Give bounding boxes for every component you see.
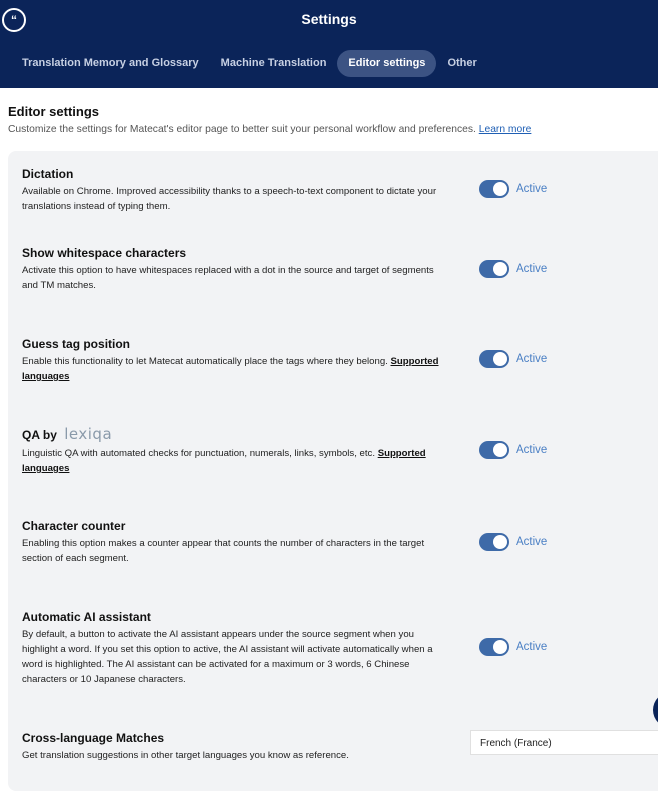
setting-description: Enabling this option makes a counter app… xyxy=(22,538,425,564)
setting-title-text: QA by xyxy=(22,428,57,442)
learn-more-link[interactable]: Learn more xyxy=(479,124,532,135)
setting-description-text: Linguistic QA with automated checks for … xyxy=(22,448,376,459)
ai-assistant-toggle[interactable]: Active xyxy=(479,638,547,656)
lexiqa-logo: lexiqa xyxy=(64,425,113,443)
toggle-status-label: Active xyxy=(516,263,548,275)
toggle-status-label: Active xyxy=(516,353,548,365)
tab-machine-translation[interactable]: Machine Translation xyxy=(210,50,338,77)
toggle-knob xyxy=(493,352,507,366)
setting-description: Enable this functionality to let Matecat… xyxy=(22,354,452,384)
toggle-knob xyxy=(493,640,507,654)
setting-description: Activate this option to have whitespaces… xyxy=(22,265,434,291)
setting-title: Guess tag position xyxy=(22,337,131,351)
setting-title: Cross-language Matches xyxy=(22,731,165,745)
guess-tag-position-toggle[interactable]: Active xyxy=(479,350,547,368)
setting-description: By default, a button to activate the AI … xyxy=(22,629,433,685)
tab-editor-settings[interactable]: Editor settings xyxy=(337,50,437,77)
setting-title: Automatic AI assistant xyxy=(22,610,151,624)
section-description-text: Customize the settings for Matecat's edi… xyxy=(8,124,476,135)
header-bar: “ Settings Translation Memory and Glossa… xyxy=(0,0,658,88)
toggle-knob xyxy=(493,443,507,457)
setting-guess-tag-position: Guess tag position Enable this functiona… xyxy=(22,337,452,384)
setting-title: Character counter xyxy=(22,519,126,533)
toggle-switch[interactable] xyxy=(479,350,509,368)
toggle-switch[interactable] xyxy=(479,180,509,198)
toggle-status-label: Active xyxy=(516,641,548,653)
toggle-knob xyxy=(493,182,507,196)
tab-other[interactable]: Other xyxy=(436,50,487,77)
setting-character-counter: Character counter Enabling this option m… xyxy=(22,519,452,566)
toggle-status-label: Active xyxy=(516,183,548,195)
toggle-status-label: Active xyxy=(516,536,548,548)
dialog-title: Settings xyxy=(301,11,357,27)
toggle-switch[interactable] xyxy=(479,441,509,459)
setting-description-text: Enable this functionality to let Matecat… xyxy=(22,356,388,367)
toggle-switch[interactable] xyxy=(479,533,509,551)
setting-ai-assistant: Automatic AI assistant By default, a but… xyxy=(22,610,452,687)
tab-translation-memory-glossary[interactable]: Translation Memory and Glossary xyxy=(11,50,210,77)
qa-lexiqa-toggle[interactable]: Active xyxy=(479,441,547,459)
cross-language-select[interactable]: French (France) xyxy=(470,730,658,755)
toggle-status-label: Active xyxy=(516,444,548,456)
show-whitespace-toggle[interactable]: Active xyxy=(479,260,547,278)
setting-description: Get translation suggestions in other tar… xyxy=(22,750,349,761)
toggle-knob xyxy=(493,535,507,549)
character-counter-toggle[interactable]: Active xyxy=(479,533,547,551)
toggle-switch[interactable] xyxy=(479,638,509,656)
setting-title: Dictation xyxy=(22,167,74,181)
setting-qa-lexiqa: QA by lexiqa Linguistic QA with automate… xyxy=(22,425,452,476)
setting-dictation: Dictation Available on Chrome. Improved … xyxy=(22,167,452,214)
toggle-switch[interactable] xyxy=(479,260,509,278)
setting-title: QA by lexiqa xyxy=(22,425,452,443)
dictation-toggle[interactable]: Active xyxy=(479,180,547,198)
section-title: Editor settings xyxy=(8,104,100,119)
setting-description: Linguistic QA with automated checks for … xyxy=(22,446,452,476)
setting-title: Show whitespace characters xyxy=(22,246,187,260)
tab-bar: Translation Memory and Glossary Machine … xyxy=(11,50,488,77)
section-description: Customize the settings for Matecat's edi… xyxy=(8,124,531,135)
toggle-knob xyxy=(493,262,507,276)
setting-cross-language-matches: Cross-language Matches Get translation s… xyxy=(22,731,452,763)
setting-description: Available on Chrome. Improved accessibil… xyxy=(22,186,437,212)
setting-show-whitespace: Show whitespace characters Activate this… xyxy=(22,246,452,293)
